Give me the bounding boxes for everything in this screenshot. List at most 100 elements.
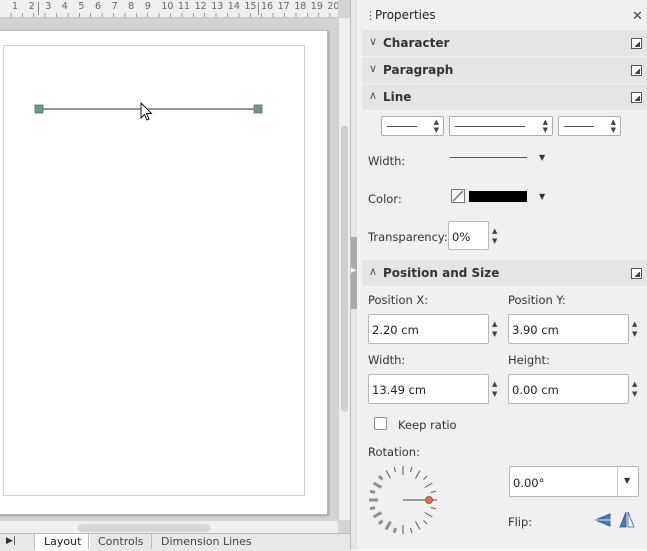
- chevron-down-icon[interactable]: ▼: [539, 153, 545, 162]
- position-x-value: 2.20 cm: [372, 323, 419, 337]
- spin-down-icon[interactable]: ▼: [492, 238, 497, 245]
- ruler-margin-marker[interactable]: [38, 2, 39, 15]
- line-color-swatch[interactable]: [469, 191, 527, 202]
- dial-tick: [423, 475, 428, 480]
- width-spinner[interactable]: ▲ ▼: [490, 374, 502, 404]
- vertical-scrollbar-thumb[interactable]: [341, 126, 348, 412]
- height-value: 0.00 cm: [512, 383, 559, 397]
- ruler-margin-marker[interactable]: [258, 2, 259, 15]
- section-position-size-header[interactable]: ∧ Position and Size: [362, 260, 647, 286]
- spin-up-icon[interactable]: ▲: [632, 381, 637, 388]
- tab-dimension-lines[interactable]: Dimension Lines: [151, 534, 261, 549]
- dial-knob[interactable]: [425, 496, 433, 504]
- arrow-end-style-select[interactable]: ▲ ▼: [558, 116, 621, 136]
- tab-nav-icon[interactable]: ▶|: [6, 536, 16, 546]
- spin-up-icon[interactable]: ▲: [543, 119, 548, 126]
- line-style-select[interactable]: ▲ ▼: [449, 116, 553, 136]
- page-margin-border: [3, 45, 305, 496]
- dial-tick: [372, 511, 383, 519]
- spin-down-icon[interactable]: ▼: [543, 127, 548, 134]
- spin-down-icon[interactable]: ▼: [492, 391, 497, 398]
- spin-up-icon[interactable]: ▲: [492, 228, 497, 235]
- ruler-number: 3: [45, 1, 52, 12]
- transparency-field[interactable]: 0%: [448, 221, 489, 250]
- arrow-start-style-select[interactable]: ▲ ▼: [381, 116, 444, 136]
- width-field[interactable]: 13.49 cm: [368, 374, 489, 404]
- dial-tick: [369, 506, 376, 511]
- height-label: Height:: [508, 353, 550, 367]
- line-width-preview[interactable]: [450, 157, 527, 158]
- position-x-spinner[interactable]: ▲ ▼: [490, 314, 502, 344]
- dial-tick: [415, 521, 421, 530]
- more-options-icon[interactable]: [631, 92, 642, 103]
- rotation-select[interactable]: 0.00° ▼: [509, 466, 639, 497]
- chevron-up-icon[interactable]: ∧: [369, 265, 377, 278]
- height-spinner[interactable]: ▲ ▼: [630, 374, 642, 404]
- chevron-down-icon[interactable]: ▼: [539, 192, 545, 201]
- flip-horizontal-icon[interactable]: [619, 511, 635, 529]
- dial-tick: [372, 481, 383, 489]
- rotation-dropdown-button[interactable]: ▼: [617, 467, 638, 496]
- keep-ratio-label: Keep ratio: [398, 418, 457, 432]
- sheet-tab-bar: ▶| Layout Controls Dimension Lines: [0, 533, 351, 551]
- spin-up-icon[interactable]: ▲: [492, 381, 497, 388]
- ruler-number: 17: [277, 1, 290, 12]
- ruler-number: 6: [95, 1, 102, 12]
- horizontal-ruler[interactable]: 1234567891011121314151617181920: [0, 0, 338, 18]
- close-icon[interactable]: ✕: [632, 9, 643, 24]
- spin-up-icon[interactable]: ▲: [492, 321, 497, 328]
- chevron-down-icon[interactable]: ∨: [369, 62, 377, 75]
- more-options-icon[interactable]: [631, 38, 642, 49]
- ruler-number: 4: [61, 1, 68, 12]
- position-x-field[interactable]: 2.20 cm: [368, 314, 489, 344]
- chevron-up-icon[interactable]: ∧: [369, 89, 377, 102]
- section-character-header[interactable]: ∨ Character: [362, 30, 647, 56]
- line-width-label: Width:: [368, 154, 406, 168]
- ruler-number: 13: [211, 1, 224, 12]
- section-line-header[interactable]: ∧ Line: [362, 84, 647, 110]
- dial-tick: [430, 507, 436, 510]
- chevron-down-icon[interactable]: ∨: [369, 35, 377, 48]
- spin-down-icon[interactable]: ▼: [492, 331, 497, 338]
- transparency-spinner[interactable]: ▲ ▼: [490, 221, 502, 251]
- spin-down-icon[interactable]: ▼: [632, 331, 637, 338]
- horizontal-scrollbar[interactable]: [0, 520, 338, 534]
- spin-up-icon[interactable]: ▲: [434, 119, 439, 126]
- chevron-down-icon[interactable]: ▼: [624, 476, 630, 485]
- keep-ratio-checkbox[interactable]: [374, 417, 387, 430]
- dial-tick: [430, 490, 436, 493]
- spin-up-icon[interactable]: ▲: [632, 321, 637, 328]
- line-color-icon[interactable]: [451, 189, 465, 203]
- more-options-icon[interactable]: [631, 65, 642, 76]
- position-y-field[interactable]: 3.90 cm: [508, 314, 629, 344]
- ruler-number: 16: [261, 1, 274, 12]
- section-paragraph-header[interactable]: ∨ Paragraph: [362, 57, 647, 83]
- drawing-page[interactable]: [0, 30, 328, 515]
- horizontal-scrollbar-thumb[interactable]: [78, 524, 210, 532]
- spin-down-icon[interactable]: ▼: [632, 391, 637, 398]
- tab-layout[interactable]: Layout: [34, 534, 91, 551]
- rotation-dial[interactable]: [367, 464, 439, 536]
- ruler-number: 15: [244, 1, 257, 12]
- spin-down-icon[interactable]: ▼: [434, 127, 439, 134]
- tab-controls[interactable]: Controls: [88, 534, 153, 549]
- ruler-number: 10: [161, 1, 174, 12]
- sidebar-splitter[interactable]: ▶: [350, 0, 357, 550]
- position-y-spinner[interactable]: ▲ ▼: [630, 314, 642, 344]
- ruler-number: 2: [28, 1, 35, 12]
- ruler-number: 18: [294, 1, 307, 12]
- line-preview: [387, 126, 417, 127]
- dial-tick: [415, 470, 421, 479]
- more-options-icon[interactable]: [631, 268, 642, 279]
- transparency-label: Transparency:: [368, 230, 448, 244]
- drag-grip-icon[interactable]: ⋮: [365, 9, 376, 22]
- ruler-number: 1: [12, 1, 19, 12]
- flip-vertical-icon[interactable]: [594, 512, 612, 528]
- section-line-label: Line: [383, 90, 412, 104]
- height-field[interactable]: 0.00 cm: [508, 374, 629, 404]
- spin-down-icon[interactable]: ▼: [611, 127, 616, 134]
- spin-up-icon[interactable]: ▲: [611, 119, 616, 126]
- rotation-label: Rotation:: [368, 445, 420, 459]
- panel-title: Properties: [375, 8, 436, 22]
- collapse-arrow-icon[interactable]: ▶: [351, 266, 356, 274]
